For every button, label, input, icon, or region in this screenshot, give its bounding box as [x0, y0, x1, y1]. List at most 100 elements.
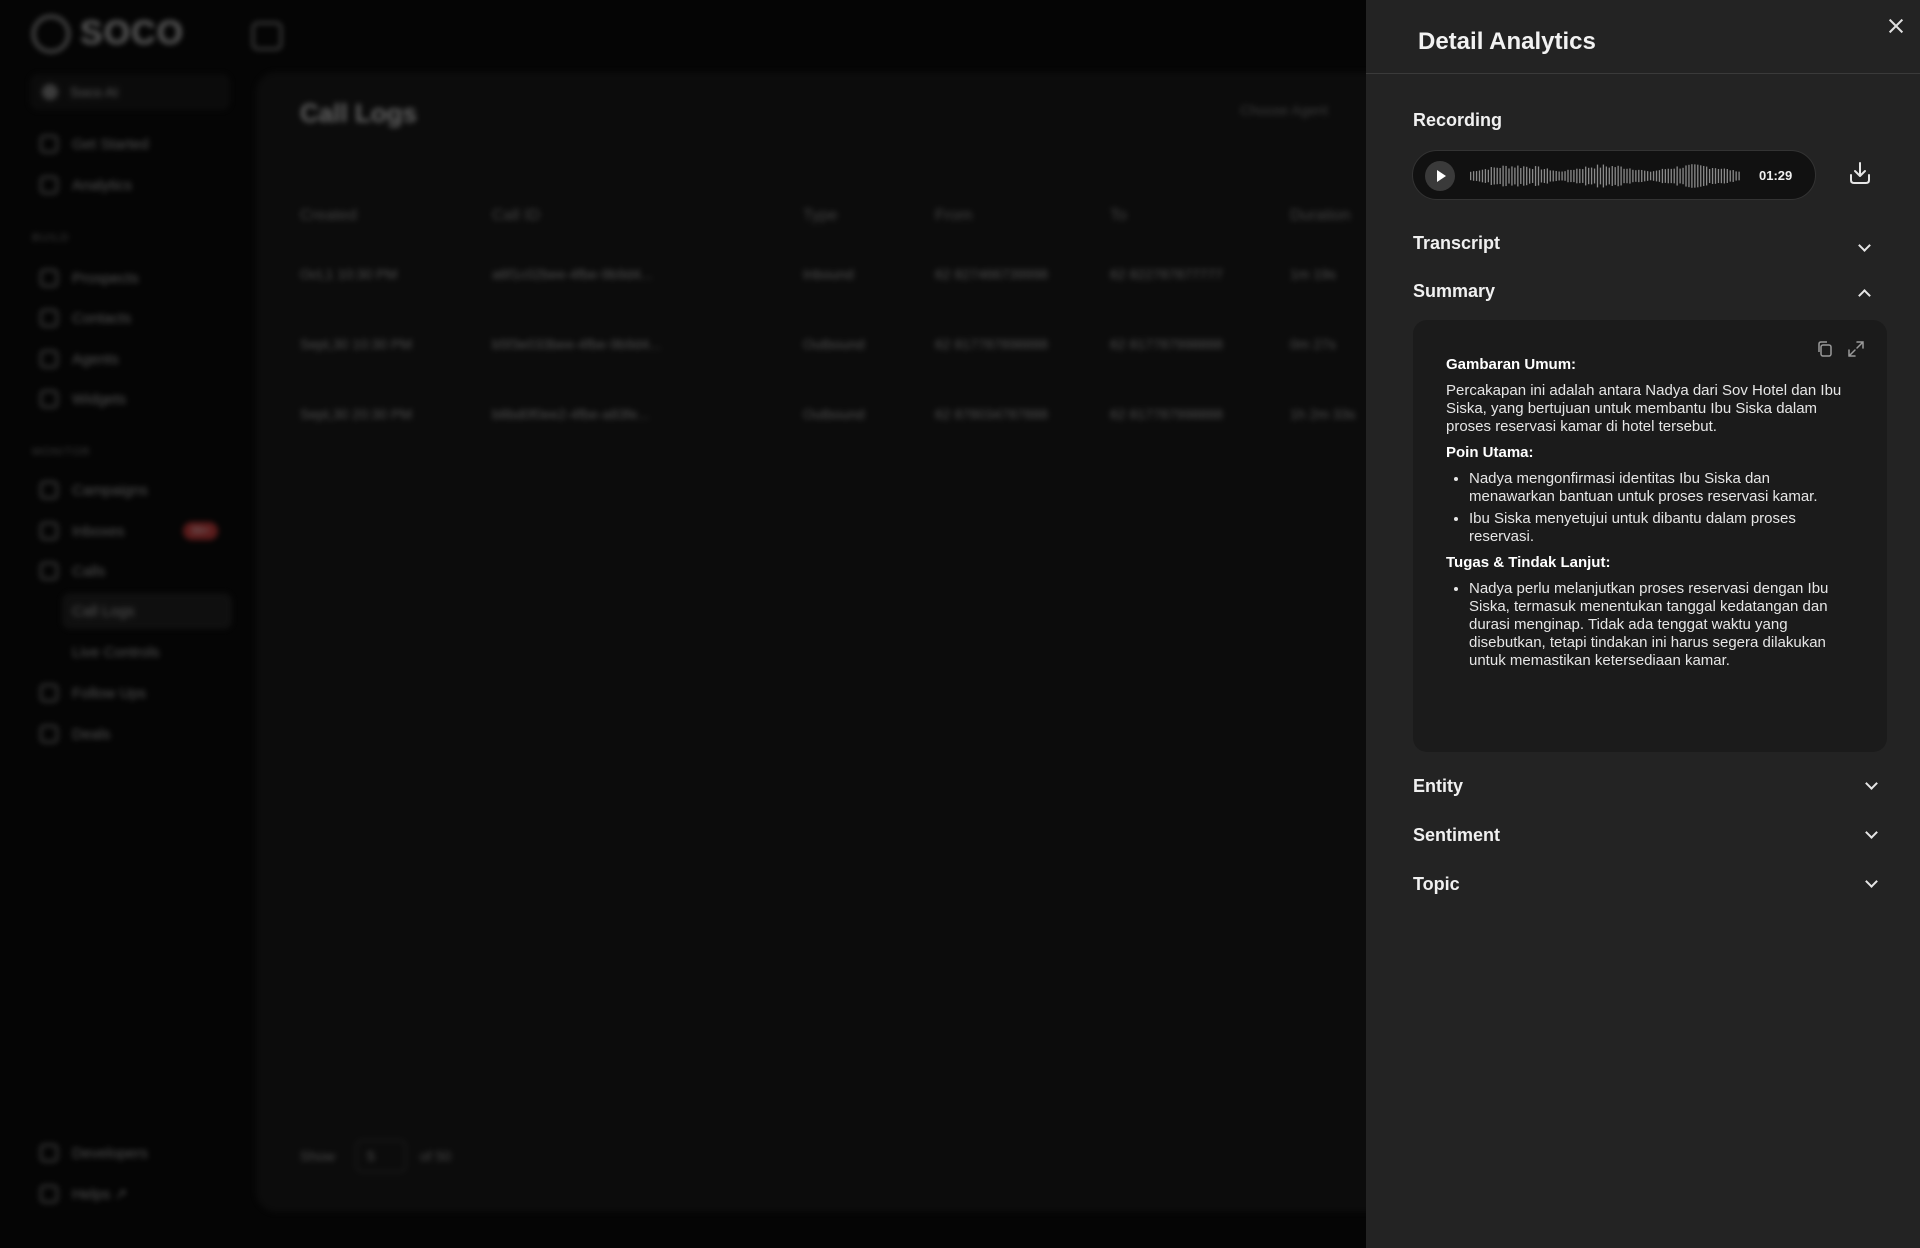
waveform-bar	[1505, 165, 1507, 187]
sidebar-item-analytics[interactable]: Analytics	[30, 167, 230, 203]
waveform-bar	[1481, 169, 1484, 183]
waveform-bar	[1605, 166, 1607, 186]
workspace-selector[interactable]: Soco AI	[30, 74, 230, 110]
waveform-bar	[1714, 168, 1717, 184]
chevron-down-icon[interactable]	[1858, 241, 1870, 253]
rocket-icon	[40, 135, 58, 153]
waveform-bar	[1661, 168, 1664, 184]
sentiment-toggle[interactable]: Sentiment	[1413, 825, 1500, 846]
points-list: Nadya mengonfirmasi identitas Ibu Siska …	[1469, 470, 1846, 546]
sidebar-item-label: Follow Ups	[72, 684, 147, 702]
summary-card: Gambaran Umum: Percakapan ini adalah ant…	[1413, 320, 1887, 752]
expand-icon[interactable]	[1847, 340, 1865, 358]
sidebar-item-follow-ups[interactable]: Follow Ups	[30, 675, 230, 711]
cell-type: Inbound	[803, 266, 854, 282]
recording-label: Recording	[1413, 110, 1503, 130]
waveform-bar	[1611, 166, 1613, 186]
waveform-bar	[1667, 168, 1669, 184]
waveform-bar	[1590, 167, 1593, 185]
sidebar-item-prospects[interactable]: Prospects	[30, 260, 230, 296]
inbox-count-badge: 99+	[183, 522, 218, 540]
waveform-bar	[1673, 168, 1675, 184]
close-icon[interactable]	[1884, 14, 1908, 38]
sidebar-item-label: Analytics	[72, 176, 133, 194]
sidebar-item-get-started[interactable]: Get Started	[30, 126, 230, 162]
sidebar-item-label: Prospects	[72, 269, 139, 287]
waveform[interactable]	[1469, 161, 1743, 191]
chart-icon	[40, 176, 58, 194]
cell-created: Sept,30 10:30 PM	[300, 336, 413, 352]
waveform-bar	[1596, 164, 1599, 188]
chevron-down-icon[interactable]	[1865, 779, 1877, 791]
cell-duration: 0m 27s	[1290, 336, 1336, 352]
waveform-bar	[1682, 167, 1684, 185]
sidebar-item-widgets[interactable]: Widgets	[30, 381, 230, 417]
waveform-bar	[1735, 171, 1737, 181]
waveform-bar	[1697, 164, 1699, 188]
sidebar-item-campaigns[interactable]: Campaigns	[30, 472, 230, 508]
sidebar-item-developers[interactable]: Developers	[30, 1135, 230, 1171]
transcript-toggle[interactable]: Transcript	[1413, 233, 1500, 254]
sidebar-item-live-controls[interactable]: Live Controls	[62, 634, 232, 670]
chevron-down-icon[interactable]	[1865, 828, 1877, 840]
cell-created: Sept,30 20:30 PM	[300, 406, 413, 422]
overview-heading: Gambaran Umum:	[1446, 356, 1577, 373]
page-size-select[interactable]: 5	[356, 1140, 406, 1172]
waveform-bar	[1546, 168, 1548, 184]
waveform-bar	[1700, 165, 1702, 187]
column-header: Call ID	[492, 207, 541, 224]
waveform-bar	[1599, 167, 1602, 185]
topic-toggle[interactable]: Topic	[1413, 874, 1460, 895]
waveform-bar	[1638, 169, 1640, 183]
waveform-bar	[1588, 167, 1590, 185]
waveform-bar	[1484, 169, 1487, 183]
waveform-bar	[1529, 168, 1531, 184]
chevron-up-icon[interactable]	[1858, 287, 1870, 299]
sidebar-item-call-logs[interactable]: Call Logs	[62, 593, 232, 629]
sidebar-item-label: Inboxes	[72, 522, 125, 540]
chevron-down-icon[interactable]	[1865, 877, 1877, 889]
cell-from: 62 817787898888	[935, 336, 1048, 352]
cell-created: Oct,1 10:30 PM	[300, 266, 398, 282]
entity-toggle[interactable]: Entity	[1413, 776, 1463, 797]
waveform-bar	[1549, 170, 1551, 182]
nav-section-build: BUILD	[32, 232, 70, 244]
waveform-bar	[1502, 165, 1504, 187]
summary-content: Gambaran Umum: Percakapan ini adalah ant…	[1446, 356, 1846, 678]
waveform-bar	[1602, 164, 1605, 188]
sidebar-item-agents[interactable]: Agents	[30, 341, 230, 377]
waveform-bar	[1570, 169, 1572, 183]
waveform-bar	[1561, 171, 1563, 181]
summary-toggle[interactable]: Summary	[1413, 281, 1495, 302]
nav-section-monitor: MONITOR	[32, 446, 91, 458]
cell-call-id: a6f1c02bee-4fbe-9b9d4...	[492, 266, 653, 282]
column-header: To	[1110, 207, 1127, 224]
play-icon[interactable]	[1425, 161, 1455, 191]
waveform-bar	[1490, 167, 1492, 185]
column-header: Type	[803, 207, 838, 224]
overview-text: Percakapan ini adalah antara Nadya dari …	[1446, 382, 1842, 435]
waveform-bar	[1644, 170, 1646, 182]
agent-filter-select[interactable]: Choose Agent	[1240, 102, 1328, 118]
sidebar-toggle-icon[interactable]	[252, 22, 282, 50]
follow-up-icon	[40, 684, 58, 702]
waveform-bar	[1585, 166, 1587, 186]
waveform-bar	[1520, 168, 1522, 184]
sidebar-item-inboxes[interactable]: Inboxes 99+	[30, 513, 230, 549]
waveform-bar	[1623, 168, 1625, 184]
waveform-bar	[1573, 169, 1575, 183]
sidebar-item-calls[interactable]: Calls	[30, 553, 230, 589]
audio-player: 01:29	[1412, 150, 1816, 200]
pagination-total: of 50	[420, 1148, 452, 1164]
sidebar-item-helps[interactable]: Helps ↗	[30, 1176, 230, 1212]
cell-type: Outbound	[803, 336, 865, 352]
app-root: SOCO Soco AI Get Started Analytics BUILD…	[0, 0, 1920, 1248]
sidebar-item-contacts[interactable]: Contacts	[30, 300, 230, 336]
waveform-bar	[1720, 168, 1723, 184]
sidebar-item-label: Deals	[72, 725, 111, 743]
sidebar-item-deals[interactable]: Deals	[30, 716, 230, 752]
waveform-bar	[1579, 168, 1581, 184]
download-icon[interactable]	[1847, 160, 1873, 186]
cell-duration: 1m 19s	[1290, 266, 1336, 282]
waveform-bar	[1475, 171, 1478, 181]
